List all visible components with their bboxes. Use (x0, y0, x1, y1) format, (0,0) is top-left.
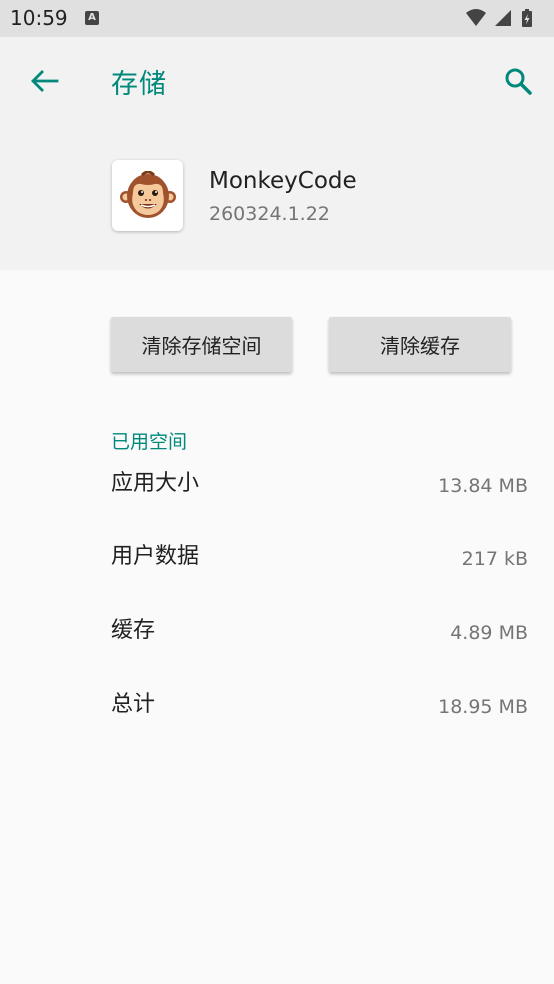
clear-storage-button[interactable]: 清除存储空间 (111, 317, 292, 372)
signal-icon (495, 10, 511, 26)
app-icon (112, 160, 183, 231)
storage-row-label: 总计 (111, 692, 156, 717)
storage-row-value: 18.95 MB (438, 696, 528, 718)
storage-row-value: 4.89 MB (450, 622, 528, 644)
status-bar: 10:59 A (0, 0, 554, 37)
storage-row-user-data: 用户数据 217 kB (0, 543, 554, 603)
storage-row-label: 缓存 (111, 618, 156, 643)
battery-icon (522, 9, 532, 27)
clear-cache-button[interactable]: 清除缓存 (329, 317, 511, 372)
status-icons (464, 8, 544, 28)
status-time: 10:59 (10, 6, 68, 30)
app-version: 260324.1.22 (209, 203, 330, 225)
monkey-face-icon (119, 170, 176, 218)
storage-row-value: 13.84 MB (438, 475, 528, 497)
arrow-back-icon (31, 70, 59, 92)
storage-row-value: 217 kB (461, 548, 528, 570)
storage-row-cache: 缓存 4.89 MB (0, 617, 554, 677)
search-icon (505, 68, 532, 95)
app-name: MonkeyCode (209, 168, 357, 194)
storage-row-total: 总计 18.95 MB (0, 691, 554, 751)
search-button[interactable] (498, 61, 538, 101)
storage-row-app-size: 应用大小 13.84 MB (0, 470, 554, 530)
notification-icon: A (85, 11, 99, 25)
section-header-space-used: 已用空间 (111, 431, 188, 453)
storage-row-label: 用户数据 (111, 544, 200, 569)
app-header: 存储 MonkeyCode 260324.1.22 (0, 37, 554, 270)
page-title: 存储 (111, 69, 167, 100)
back-button[interactable] (22, 61, 66, 101)
wifi-icon (466, 9, 486, 26)
storage-row-label: 应用大小 (111, 471, 200, 496)
